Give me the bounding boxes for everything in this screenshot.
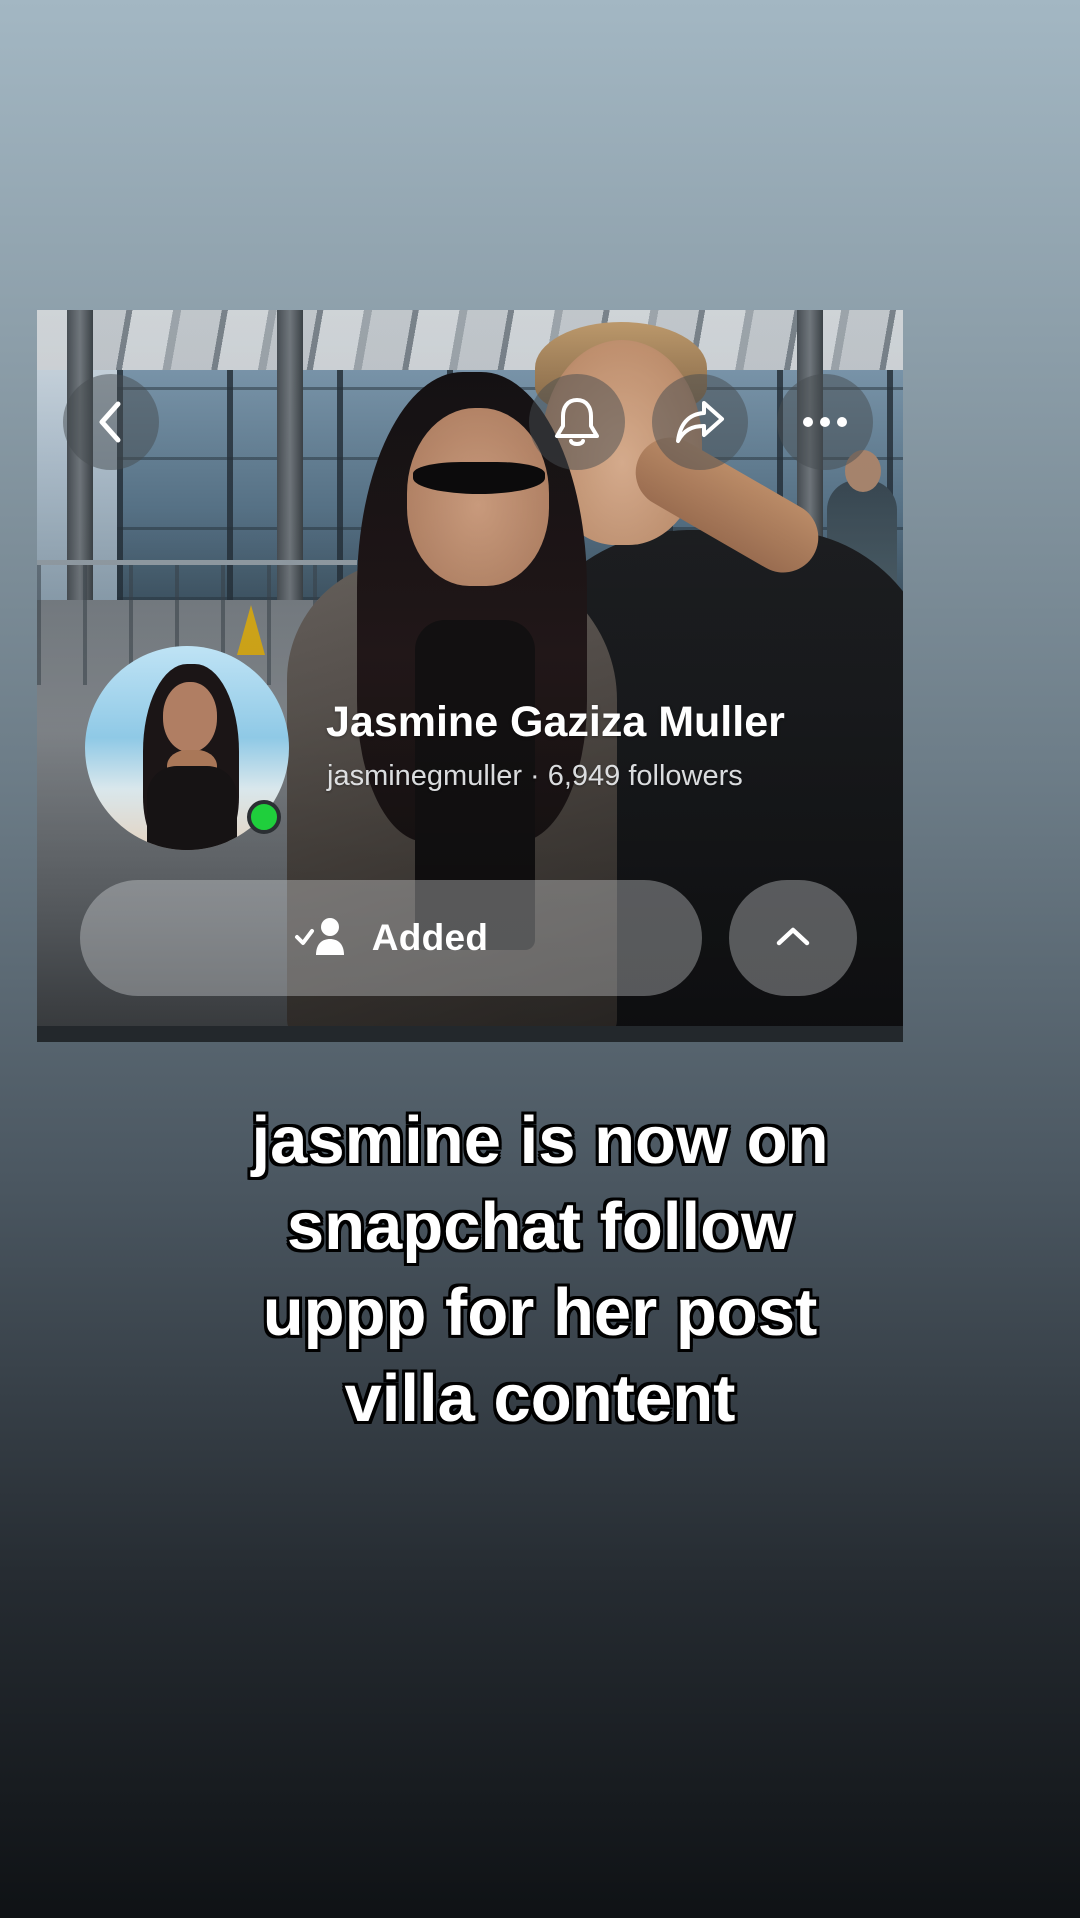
- caption-line: uppp for her post: [262, 1275, 818, 1350]
- caption-line: jasmine is now on: [251, 1103, 829, 1178]
- profile-username: jasminegmuller: [327, 760, 523, 792]
- chevron-left-icon: [91, 398, 131, 446]
- chevron-up-icon: [774, 924, 812, 953]
- bell-icon: [551, 394, 603, 450]
- share-arrow-icon: [672, 397, 728, 447]
- card-bottom-edge: [37, 1026, 903, 1042]
- back-button[interactable]: [63, 374, 159, 470]
- more-dots-icon: [801, 415, 849, 429]
- caption-line: villa content: [344, 1361, 736, 1436]
- caption-text: jasmine is now on snapchat follow uppp f…: [140, 1098, 940, 1442]
- added-button[interactable]: Added: [80, 880, 702, 996]
- profile-screenshot-card: Jasmine Gaziza Muller jasminegmuller · 6,9…: [37, 310, 903, 1042]
- subtitle-separator: ·: [530, 760, 540, 792]
- follower-count: 6,949 followers: [547, 760, 743, 792]
- added-button-label: Added: [371, 917, 489, 958]
- profile-subtitle: jasminegmuller · 6,949 followers: [327, 760, 743, 793]
- notifications-button[interactable]: [529, 374, 625, 470]
- caption-line: snapchat follow: [286, 1189, 794, 1264]
- share-button[interactable]: [652, 374, 748, 470]
- user-check-icon: [294, 915, 350, 962]
- profile-display-name: Jasmine Gaziza Muller: [326, 698, 785, 746]
- more-options-button[interactable]: [777, 374, 873, 470]
- expand-button[interactable]: [729, 880, 857, 996]
- online-status-indicator: [247, 800, 281, 834]
